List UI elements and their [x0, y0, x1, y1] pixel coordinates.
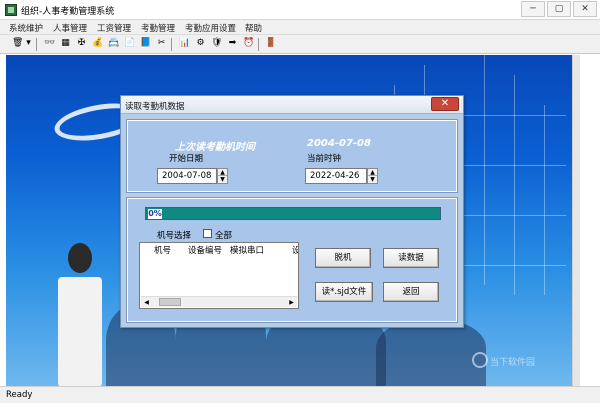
decor-line: [544, 105, 545, 295]
watermark-text: 当下软件园: [490, 358, 536, 368]
offline-button[interactable]: 脱机: [315, 248, 371, 268]
list-column-header[interactable]: 设备编号: [188, 244, 222, 256]
money-bag-icon[interactable]: 💰: [92, 38, 103, 49]
shield-icon[interactable]: 🛡: [211, 38, 222, 49]
dialog-title: 读取考勤机数据: [125, 102, 185, 112]
toolbar-separator: [258, 38, 259, 51]
read-attendance-dialog: 读取考勤机数据 ✕ 上次读考勤机时间 2004-07-08 开始日期 2004-…: [120, 95, 464, 328]
menu-bar: 系统维护 人事管理 工资管理 考勤管理 考勤应用设置 帮助: [0, 20, 600, 35]
trash-icon[interactable]: 🗑: [12, 38, 23, 49]
chevron-down-icon[interactable]: ▾: [25, 38, 32, 49]
menu-system[interactable]: 系统维护: [9, 22, 43, 34]
dialog-title-bar[interactable]: 读取考勤机数据 ✕: [121, 96, 463, 114]
watermark-logo-icon: [472, 352, 488, 368]
calculator-icon[interactable]: ✂: [156, 38, 167, 49]
list-column-header[interactable]: 设: [292, 244, 298, 256]
machine-select-label: 机号选择: [157, 231, 192, 241]
card-reader-icon[interactable]: 📇: [108, 38, 119, 49]
decor-line: [514, 75, 515, 295]
machine-list[interactable]: 机号 设备编号 模拟串口 设 ◀ ▶: [139, 242, 299, 309]
list-column-header[interactable]: 模拟串口: [230, 244, 264, 256]
progress-bar: 0%: [145, 207, 441, 220]
title-bar: 组织-人事考勤管理系统 ─ ▢ ✕: [0, 0, 600, 20]
vertical-scrollbar[interactable]: [572, 55, 580, 386]
dialog-close-button[interactable]: ✕: [431, 97, 459, 111]
person-head: [68, 243, 92, 273]
current-clock-field[interactable]: 2022-04-26: [305, 168, 367, 184]
seal-icon[interactable]: ⚙: [195, 38, 206, 49]
maximize-button[interactable]: ▢: [547, 1, 571, 17]
close-button[interactable]: ✕: [573, 1, 597, 17]
chart-icon[interactable]: 📊: [179, 38, 190, 49]
toolbar: 🗑 ▾ 👓 ▦ ✠ 💰 📇 📄 📘 ✂ 📊 ⚙ 🛡 ➡ ⏰ 🚪: [0, 35, 600, 54]
minimize-button[interactable]: ─: [521, 1, 545, 17]
book-icon[interactable]: 📘: [140, 38, 151, 49]
list-horizontal-scrollbar[interactable]: ◀ ▶: [141, 296, 297, 307]
spin-down-icon[interactable]: ▼: [368, 176, 377, 183]
toolbar-separator: [36, 38, 37, 51]
current-clock-spinner[interactable]: ▲ ▼: [367, 168, 378, 184]
read-data-button[interactable]: 读数据: [383, 248, 439, 268]
menu-payroll[interactable]: 工资管理: [97, 22, 131, 34]
select-all-checkbox[interactable]: [203, 229, 212, 238]
select-all-label: 全部: [215, 231, 233, 241]
menu-personnel[interactable]: 人事管理: [53, 22, 87, 34]
scroll-left-icon[interactable]: ◀: [142, 298, 151, 307]
start-date-label: 开始日期: [169, 154, 204, 164]
glasses-icon[interactable]: 👓: [44, 38, 55, 49]
stamp-icon[interactable]: ✠: [76, 38, 87, 49]
start-date-field[interactable]: 2004-07-08: [157, 168, 217, 184]
spin-up-icon[interactable]: ▲: [218, 169, 227, 176]
decor-line: [484, 55, 485, 285]
scroll-thumb[interactable]: [159, 298, 181, 306]
scroll-right-icon[interactable]: ▶: [287, 298, 296, 307]
menu-attendance[interactable]: 考勤管理: [141, 22, 175, 34]
status-bar: Ready: [0, 386, 600, 403]
menu-attendance-settings[interactable]: 考勤应用设置: [185, 22, 236, 34]
back-button[interactable]: 返回: [383, 282, 439, 302]
status-text: Ready: [6, 390, 33, 400]
toolbar-separator: [171, 38, 172, 51]
exit-door-icon[interactable]: 🚪: [265, 38, 276, 49]
spin-up-icon[interactable]: ▲: [368, 169, 377, 176]
start-date-spinner[interactable]: ▲ ▼: [217, 168, 228, 184]
document-icon[interactable]: 📄: [124, 38, 135, 49]
app-icon: [5, 4, 17, 16]
crowd-silhouette: [376, 320, 486, 386]
last-read-label: 上次读考勤机时间: [175, 142, 255, 153]
current-clock-label: 当前时钟: [307, 154, 342, 164]
window-title: 组织-人事考勤管理系统: [21, 7, 115, 17]
list-column-header[interactable]: 机号: [154, 244, 171, 256]
grid-icon[interactable]: ▦: [60, 38, 71, 49]
progress-text: 0%: [148, 209, 162, 219]
arrow-right-icon[interactable]: ➡: [227, 38, 238, 49]
person-figure: [58, 277, 102, 386]
spin-down-icon[interactable]: ▼: [218, 176, 227, 183]
clock-icon[interactable]: ⏰: [243, 38, 254, 49]
menu-help[interactable]: 帮助: [245, 22, 262, 34]
read-sjd-file-button[interactable]: 读*.sjd文件: [315, 282, 373, 302]
last-read-value: 2004-07-08: [307, 138, 371, 149]
